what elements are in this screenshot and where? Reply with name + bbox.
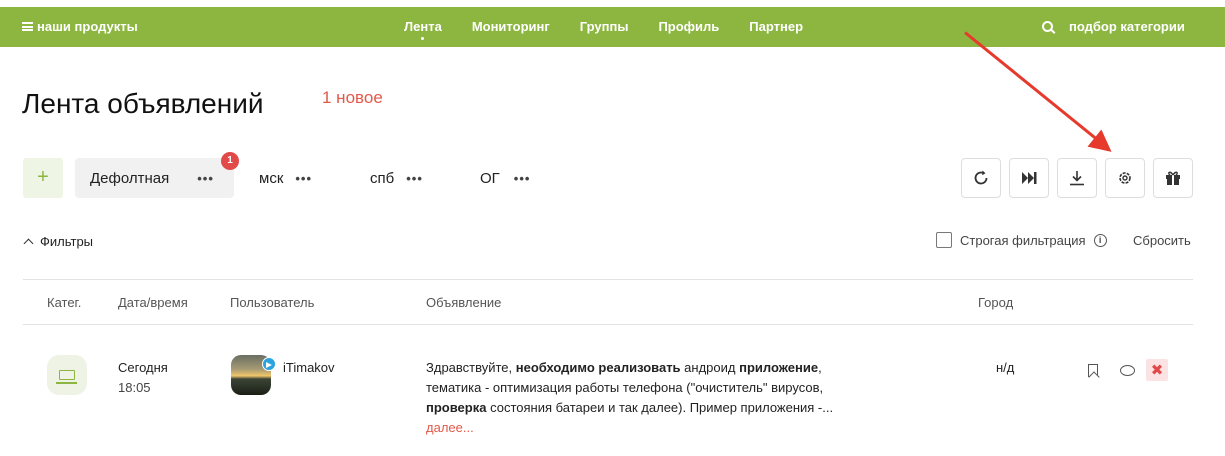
strict-filter-checkbox[interactable] xyxy=(936,232,952,248)
hamburger-icon xyxy=(22,22,33,31)
refresh-icon xyxy=(974,170,988,185)
ad-text-segment: состояния батареи и так далее). Пример п… xyxy=(486,400,834,415)
download-icon xyxy=(1070,171,1084,186)
column-header-category: Катег. xyxy=(47,295,82,310)
strict-filter-label: Строгая фильтрация xyxy=(960,232,1086,248)
ad-keyword: проверка xyxy=(426,400,487,415)
nav-partner[interactable]: Партнер xyxy=(749,19,803,34)
nav-feed[interactable]: Лента xyxy=(404,19,442,40)
feed-tab-og[interactable]: ОГ ••• xyxy=(480,158,530,198)
comment-button[interactable] xyxy=(1116,359,1138,381)
refresh-button[interactable] xyxy=(961,158,1001,198)
row-city: н/д xyxy=(996,360,1015,375)
add-feed-button[interactable]: + xyxy=(23,158,63,198)
column-header-ad: Объявление xyxy=(426,295,502,310)
info-icon[interactable]: i xyxy=(1093,233,1107,247)
ad-text-segment: Здравствуйте, xyxy=(426,360,516,375)
strict-filter-option[interactable]: Строгая фильтрация i xyxy=(936,232,1107,248)
ad-keyword: необходимо реализовать xyxy=(515,360,681,375)
row-user[interactable]: iTimakov xyxy=(283,360,335,375)
laptop-icon xyxy=(56,370,77,384)
row-time: 18:05 xyxy=(118,380,151,395)
column-header-city: Город xyxy=(978,295,1014,310)
column-header-user: Пользователь xyxy=(230,295,315,310)
search-icon[interactable] xyxy=(1042,21,1053,32)
nav-profile[interactable]: Профиль xyxy=(658,19,719,34)
new-count-link[interactable]: 1 новое xyxy=(322,88,383,108)
telegram-icon xyxy=(262,357,276,371)
page-title: Лента объявлений xyxy=(22,88,264,119)
chevron-up-icon xyxy=(23,238,34,249)
skip-forward-icon xyxy=(1022,172,1037,184)
reset-filters-button[interactable]: Сбросить xyxy=(1133,233,1191,248)
divider xyxy=(23,279,1193,280)
ad-text-segment: андроид xyxy=(680,360,740,375)
column-header-datetime: Дата/время xyxy=(118,295,188,310)
nav-groups[interactable]: Группы xyxy=(580,19,629,34)
more-icon[interactable]: ••• xyxy=(197,171,214,186)
gift-button[interactable] xyxy=(1153,158,1193,198)
read-more-link[interactable]: далее... xyxy=(426,420,474,435)
settings-button[interactable] xyxy=(1105,158,1145,198)
chat-bubble-icon xyxy=(1119,364,1135,376)
feed-tab-label: спб xyxy=(370,169,395,187)
more-icon[interactable]: ••• xyxy=(514,171,531,186)
gift-icon xyxy=(1166,171,1180,185)
more-icon[interactable]: ••• xyxy=(295,171,312,186)
ad-text: Здравствуйте, необходимо реализовать анд… xyxy=(426,358,866,438)
bookmark-button[interactable] xyxy=(1082,359,1104,381)
feed-tab-msk[interactable]: мск ••• xyxy=(259,158,312,198)
products-menu[interactable]: наши продукты xyxy=(22,19,138,34)
filters-toggle[interactable]: Фильтры xyxy=(23,234,94,249)
category-search[interactable]: подбор категории xyxy=(1042,19,1185,34)
products-label: наши продукты xyxy=(37,19,138,34)
delete-button[interactable]: ✖ xyxy=(1146,359,1168,381)
feed-tab-label: Дефолтная xyxy=(90,169,170,187)
divider xyxy=(23,324,1193,325)
feed-tab-label: ОГ xyxy=(480,169,500,187)
row-date: Сегодня xyxy=(118,360,168,375)
annotation-arrow-line xyxy=(964,31,1109,149)
unread-badge: 1 xyxy=(221,152,239,170)
main-nav: Лента Мониторинг Группы Профиль Партнер xyxy=(404,19,833,40)
skip-forward-button[interactable] xyxy=(1009,158,1049,198)
bookmark-icon xyxy=(1088,363,1098,377)
feed-tab-spb[interactable]: спб ••• xyxy=(370,158,423,198)
category-search-label[interactable]: подбор категории xyxy=(1069,19,1185,34)
feed-tab-default[interactable]: Дефолтная ••• xyxy=(75,158,234,198)
category-badge xyxy=(47,355,87,395)
top-nav-bar: наши продукты Лента Мониторинг Группы Пр… xyxy=(0,7,1225,47)
filters-label: Фильтры xyxy=(40,234,94,249)
feed-tab-label: мск xyxy=(259,169,284,187)
nav-monitoring[interactable]: Мониторинг xyxy=(472,19,550,34)
gear-icon xyxy=(1119,172,1131,184)
download-button[interactable] xyxy=(1057,158,1097,198)
ad-keyword: приложение xyxy=(739,360,819,375)
more-icon[interactable]: ••• xyxy=(406,171,423,186)
